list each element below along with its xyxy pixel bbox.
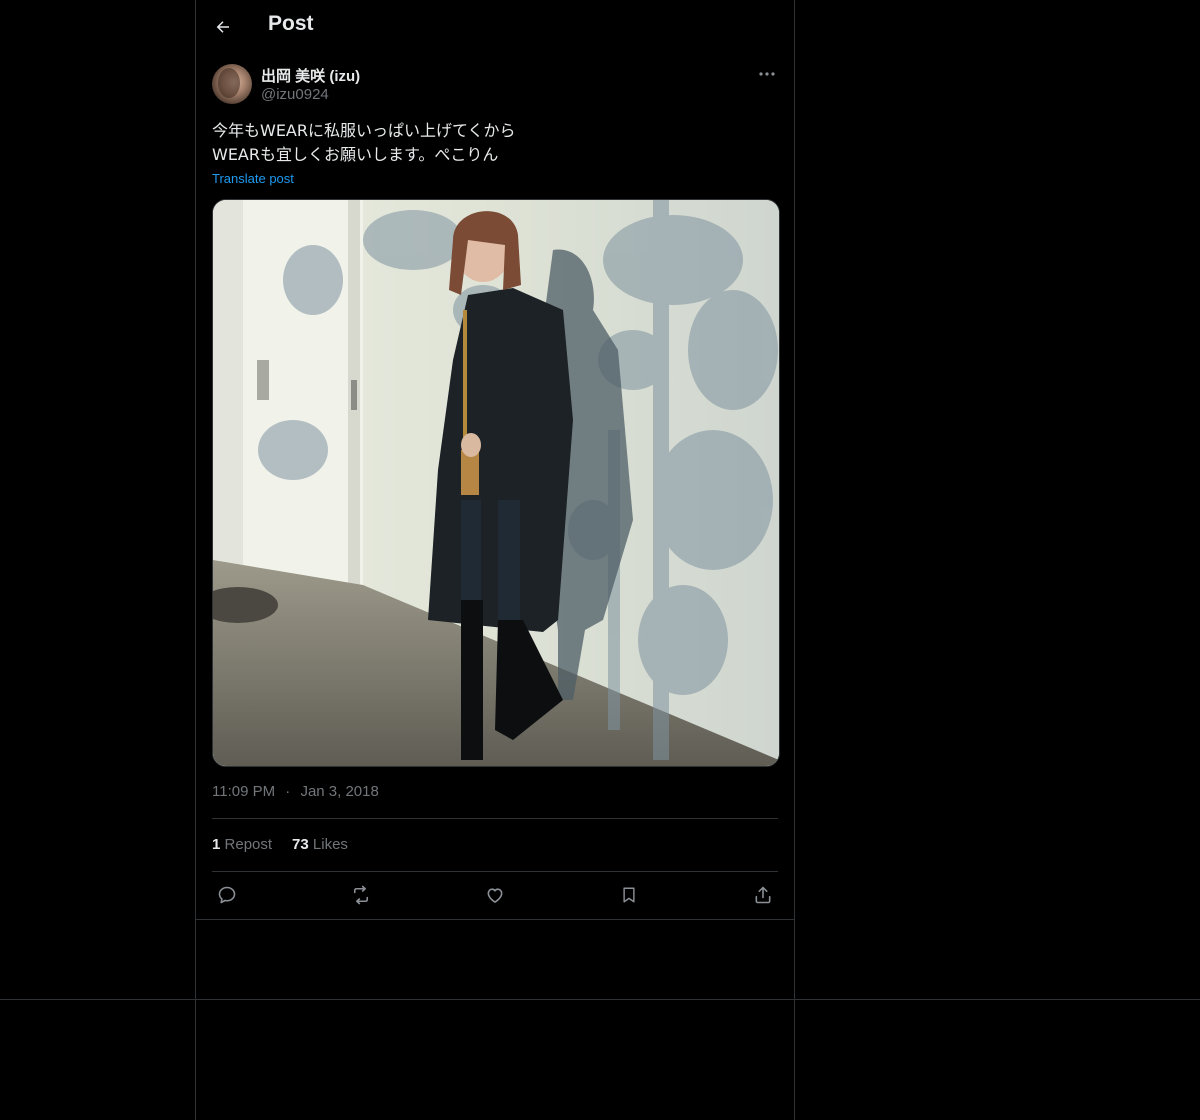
post-actions (212, 882, 778, 908)
avatar[interactable] (212, 64, 252, 104)
reply-icon (218, 886, 236, 904)
post-time: 11:09 PM (212, 783, 276, 800)
like-icon (487, 888, 503, 903)
post-timestamp[interactable]: 11:09 PM · Jan 3, 2018 (212, 783, 379, 800)
post-stats: 1 Repost 73 Likes (212, 836, 348, 853)
share-button[interactable] (750, 882, 776, 908)
post-bottom-divider (196, 919, 794, 920)
back-button[interactable] (208, 12, 238, 42)
repost-icon (353, 885, 369, 905)
reposts-stat[interactable]: 1 Repost (212, 836, 272, 853)
post-text-line: 今年もWEARに私服いっぱい上げてくから (212, 121, 516, 140)
divider (212, 871, 778, 872)
photo (213, 200, 779, 766)
post-date: Jan 3, 2018 (300, 783, 379, 800)
author-name[interactable]: 出岡 美咲 (izu) (261, 65, 360, 86)
likes-stat[interactable]: 73 Likes (292, 836, 348, 853)
author-handle[interactable]: @izu0924 (261, 86, 329, 103)
top-bar: Post (196, 0, 794, 54)
post-text: 今年もWEARに私服いっぱい上げてくから WEARも宜しくお願いします。ぺこりん (212, 119, 778, 167)
bookmark-icon (623, 887, 635, 903)
post-detail: Post 出岡 美咲 (izu) @izu0924 今年もWEARに私服いっぱい… (196, 0, 794, 920)
reposts-count: 1 (212, 836, 221, 853)
column-divider-left (195, 0, 196, 1120)
post-image[interactable] (212, 199, 780, 767)
arrow-left-icon (216, 21, 229, 33)
reposts-label: Repost (224, 836, 273, 853)
divider (212, 818, 778, 819)
share-icon (755, 886, 771, 904)
more-options-button[interactable] (756, 64, 778, 84)
repost-button[interactable] (348, 882, 374, 908)
timestamp-separator: · (285, 783, 291, 800)
reply-button[interactable] (214, 882, 240, 908)
column-divider-right (794, 0, 795, 1120)
post-text-line: WEARも宜しくお願いします。ぺこりん (212, 145, 499, 164)
page-title: Post (268, 12, 314, 35)
bookmark-button[interactable] (616, 882, 642, 908)
likes-count: 73 (292, 836, 309, 853)
more-dots-icon (759, 72, 775, 76)
like-button[interactable] (482, 882, 508, 908)
post-author: 出岡 美咲 (izu) @izu0924 (196, 64, 794, 120)
horizontal-divider (0, 999, 1200, 1000)
likes-label: Likes (312, 836, 348, 853)
translate-post-link[interactable]: Translate post (212, 171, 294, 186)
page: Post 出岡 美咲 (izu) @izu0924 今年もWEARに私服いっぱい… (0, 0, 1200, 1120)
